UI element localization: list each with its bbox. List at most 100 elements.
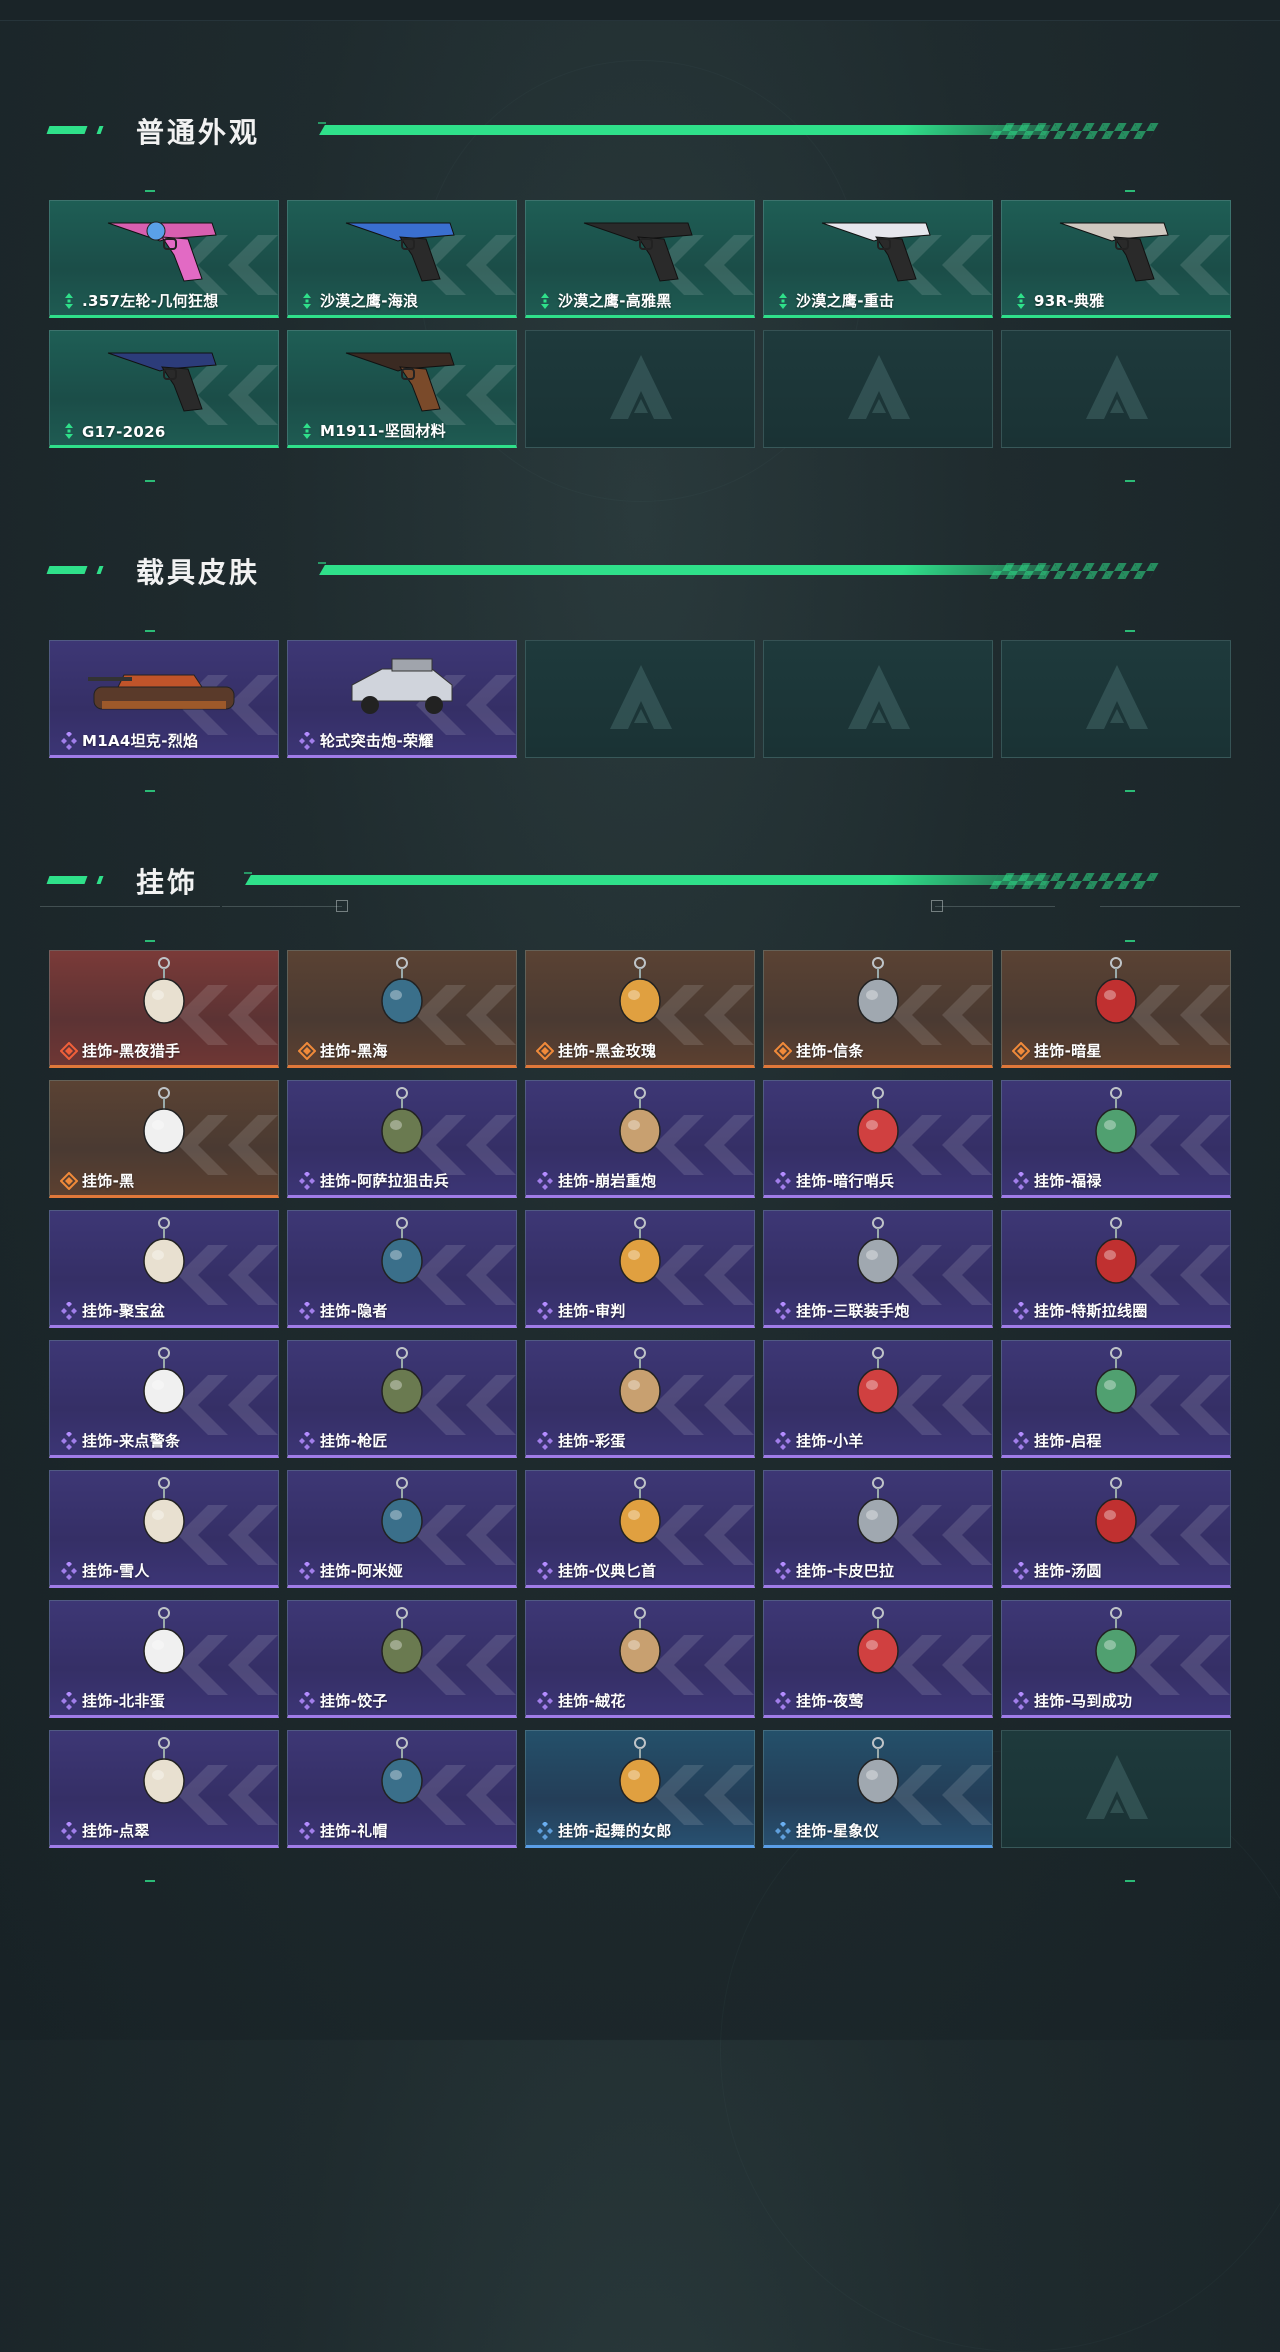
- header-accent-bar: [96, 126, 104, 134]
- item-tile[interactable]: 挂饰-黑海: [287, 950, 517, 1068]
- item-tile[interactable]: 挂饰-阿萨拉狙击兵: [287, 1080, 517, 1198]
- rarity-diamond-icon: [775, 1172, 791, 1190]
- item-tile[interactable]: M1A4坦克-烈焰: [49, 640, 279, 758]
- item-tile[interactable]: 挂饰-汤圆: [1001, 1470, 1231, 1588]
- rarity-diamond-icon: [299, 1172, 315, 1190]
- item-tile[interactable]: 挂饰-枪匠: [287, 1340, 517, 1458]
- item-name: 沙漠之鹰-海浪: [320, 292, 419, 310]
- item-tile[interactable]: 挂饰-聚宝盆: [49, 1210, 279, 1328]
- item-tile[interactable]: 挂饰-信条: [763, 950, 993, 1068]
- corner-tick: [1125, 790, 1135, 792]
- item-tile[interactable]: 挂饰-暗星: [1001, 950, 1231, 1068]
- item-tile[interactable]: G17-2026: [49, 330, 279, 448]
- rarity-diamond-icon: [60, 1172, 78, 1190]
- top-band: [0, 0, 1280, 21]
- charm-icon: [381, 1477, 423, 1544]
- charm-icon: [857, 1737, 899, 1804]
- item-tile[interactable]: 挂饰-雪人: [49, 1470, 279, 1588]
- section-title: 普通外观: [136, 116, 261, 149]
- charm-icon: [619, 1217, 661, 1284]
- charm-icon: [143, 1217, 185, 1284]
- item-tile[interactable]: 挂饰-阿米娅: [287, 1470, 517, 1588]
- item-tile[interactable]: 挂饰-星象仪: [763, 1730, 993, 1848]
- charm-icon: [381, 1347, 423, 1414]
- item-tile[interactable]: 挂饰-来点警条: [49, 1340, 279, 1458]
- charm-icon: [381, 1217, 423, 1284]
- item-tile[interactable]: 挂饰-点翠: [49, 1730, 279, 1848]
- item-tile[interactable]: 挂饰-启程: [1001, 1340, 1231, 1458]
- rarity-diamond-icon: [299, 1432, 315, 1450]
- rarity-diamond-icon: [537, 1172, 553, 1190]
- item-tile[interactable]: M1911-坚固材料: [287, 330, 517, 448]
- item-name: 挂饰-黑海: [320, 1042, 388, 1060]
- item-tile[interactable]: 挂饰-隐者: [287, 1210, 517, 1328]
- charm-icon: [619, 1347, 661, 1414]
- item-name: 挂饰-黑金玫瑰: [558, 1042, 657, 1060]
- item-tile[interactable]: 挂饰-崩岩重炮: [525, 1080, 755, 1198]
- pistol-icon: [107, 352, 217, 412]
- item-tile[interactable]: 挂饰-黑夜猎手: [49, 950, 279, 1068]
- empty-slot: [525, 640, 755, 758]
- pistol-icon: [821, 222, 931, 282]
- header-thin-line: [244, 872, 252, 874]
- item-tile[interactable]: 挂饰-马到成功: [1001, 1600, 1231, 1718]
- item-tile[interactable]: 挂饰-特斯拉线圈: [1001, 1210, 1231, 1328]
- item-tile[interactable]: 沙漠之鹰-海浪: [287, 200, 517, 318]
- rarity-diamond-icon: [537, 1822, 553, 1840]
- divider: [40, 906, 220, 907]
- item-tile[interactable]: 沙漠之鹰-高雅黑: [525, 200, 755, 318]
- item-name: 挂饰-小羊: [796, 1432, 864, 1450]
- item-tile[interactable]: 挂饰-仪典匕首: [525, 1470, 755, 1588]
- charm-icon: [857, 957, 899, 1024]
- item-tile[interactable]: 挂饰-黑金玫瑰: [525, 950, 755, 1068]
- charm-icon: [1095, 957, 1137, 1024]
- rarity-diamond-icon: [1013, 1302, 1029, 1320]
- item-tile[interactable]: 挂饰-礼帽: [287, 1730, 517, 1848]
- item-tile[interactable]: 挂饰-夜莺: [763, 1600, 993, 1718]
- rarity-diamond-icon: [775, 1432, 791, 1450]
- item-name: G17-2026: [82, 423, 166, 441]
- header-line: [319, 125, 1051, 135]
- item-tile[interactable]: 挂饰-暗行哨兵: [763, 1080, 993, 1198]
- item-tile[interactable]: 轮式突击炮-荣耀: [287, 640, 517, 758]
- pistol-icon: [345, 352, 455, 412]
- item-name: 挂饰-礼帽: [320, 1822, 388, 1840]
- item-tile[interactable]: 挂饰-福禄: [1001, 1080, 1231, 1198]
- pistol-icon: [1059, 222, 1169, 282]
- item-name: 挂饰-阿米娅: [320, 1562, 404, 1580]
- item-tile[interactable]: 挂饰-审判: [525, 1210, 755, 1328]
- item-name: 挂饰-黑夜猎手: [82, 1042, 181, 1060]
- empty-slot: [1001, 330, 1231, 448]
- item-tile[interactable]: 93R-典雅: [1001, 200, 1231, 318]
- decor-square: [336, 900, 348, 912]
- item-tile[interactable]: 挂饰-饺子: [287, 1600, 517, 1718]
- item-tile[interactable]: 挂饰-卡皮巴拉: [763, 1470, 993, 1588]
- item-tile[interactable]: 挂饰-北非蛋: [49, 1600, 279, 1718]
- item-name: 挂饰-彩蛋: [558, 1432, 626, 1450]
- item-tile[interactable]: 挂饰-起舞的女郎: [525, 1730, 755, 1848]
- rarity-diamond-icon: [775, 1822, 791, 1840]
- item-name: 挂饰-北非蛋: [82, 1692, 166, 1710]
- item-tile[interactable]: 挂饰-三联装手炮: [763, 1210, 993, 1328]
- corner-tick: [145, 790, 155, 792]
- tank-icon: [88, 674, 235, 710]
- item-tile[interactable]: 沙漠之鹰-重击: [763, 200, 993, 318]
- rarity-diamond-icon: [61, 732, 77, 750]
- charm-icon: [857, 1477, 899, 1544]
- rarity-diamond-icon: [299, 1692, 315, 1710]
- charm-icon: [143, 1477, 185, 1544]
- empty-slot: [525, 330, 755, 448]
- game-logo-icon: [848, 355, 910, 419]
- corner-tick: [1125, 480, 1135, 482]
- item-tile[interactable]: 挂饰-黑: [49, 1080, 279, 1198]
- rarity-diamond-icon: [1012, 1042, 1030, 1060]
- item-tile[interactable]: 挂饰-彩蛋: [525, 1340, 755, 1458]
- item-tile[interactable]: 挂饰-小羊: [763, 1340, 993, 1458]
- rarity-diamond-icon: [537, 1692, 553, 1710]
- item-name: 挂饰-马到成功: [1034, 1692, 1133, 1710]
- item-tile[interactable]: .357左轮-几何狂想: [49, 200, 279, 318]
- item-tile[interactable]: 挂饰-絨花: [525, 1600, 755, 1718]
- pistol-icon: [583, 222, 693, 282]
- charm-icon: [857, 1087, 899, 1154]
- rarity-diamond-icon: [299, 1562, 315, 1580]
